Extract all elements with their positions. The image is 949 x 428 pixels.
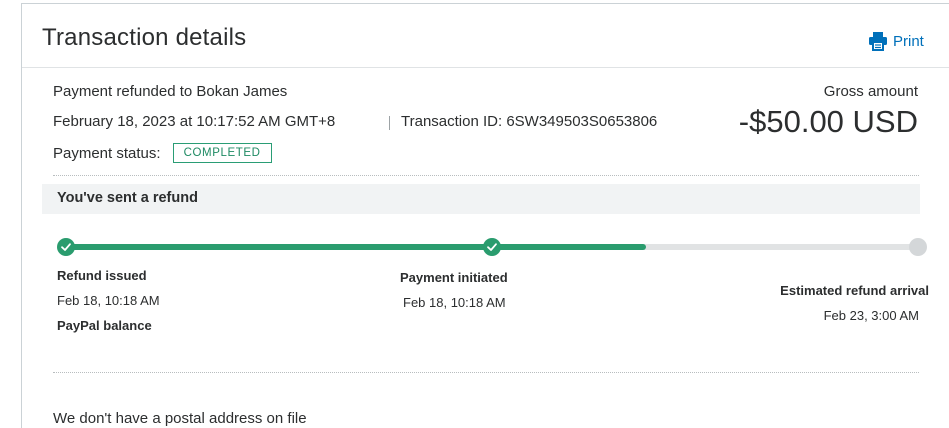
check-icon — [61, 243, 71, 251]
refund-headline: Payment refunded to Bokan James — [53, 83, 288, 100]
card-header: Transaction details Print — [22, 4, 949, 68]
step-date: Feb 18, 10:18 AM — [403, 295, 506, 310]
step-payment-initiated-dot — [483, 238, 501, 256]
transaction-datetime: February 18, 2023 at 10:17:52 AM GMT+8 — [53, 113, 336, 130]
step-refund-issued-dot — [57, 238, 75, 256]
transaction-card: Transaction details Print Payment refund… — [21, 3, 949, 428]
postal-address-notice: We don't have a postal address on file — [53, 410, 307, 427]
payment-status-row: Payment status: COMPLETED — [53, 143, 272, 163]
step-title: Estimated refund arrival — [780, 283, 929, 298]
refund-banner: You've sent a refund — [42, 184, 920, 214]
divider — [53, 175, 919, 176]
gross-amount-value: -$50.00 USD — [738, 104, 918, 139]
payment-status-label: Payment status: — [53, 144, 161, 162]
refund-banner-text: You've sent a refund — [57, 190, 198, 206]
divider — [53, 372, 919, 373]
step-date: Feb 23, 3:00 AM — [823, 308, 919, 323]
check-icon — [487, 243, 497, 251]
step-estimated-arrival-dot — [909, 238, 927, 256]
step-title: Payment initiated — [400, 270, 508, 285]
status-badge: COMPLETED — [172, 143, 272, 163]
print-button[interactable]: Print — [868, 31, 924, 51]
step-funding-source: PayPal balance — [57, 318, 152, 333]
gross-amount-label: Gross amount — [823, 83, 918, 100]
transaction-id: Transaction ID: 6SW349503S0653806 — [401, 113, 658, 130]
step-date: Feb 18, 10:18 AM — [57, 293, 160, 308]
printer-icon — [869, 32, 887, 51]
step-title: Refund issued — [57, 268, 147, 283]
refund-progress-fill — [67, 244, 647, 250]
print-label: Print — [893, 32, 924, 50]
page-title: Transaction details — [42, 24, 247, 51]
separator — [389, 116, 390, 130]
